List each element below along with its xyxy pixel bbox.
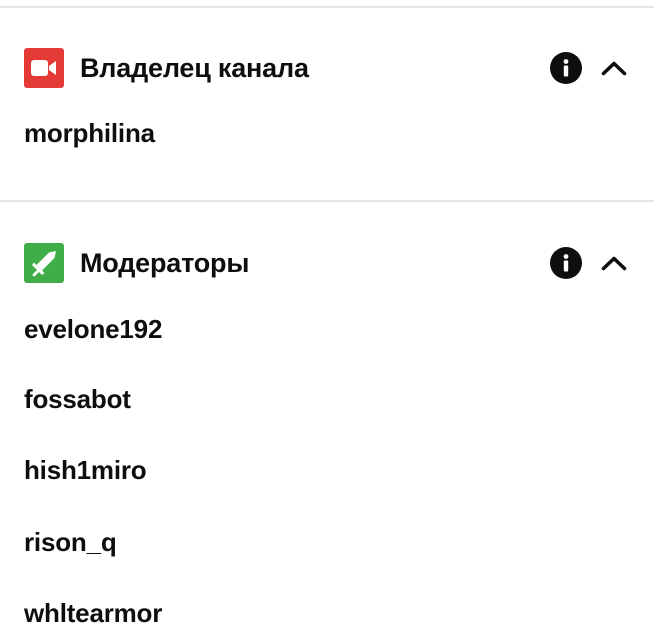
section-title-owner: Владелец канала — [80, 52, 309, 83]
section-divider — [0, 200, 654, 202]
user-row-moderator[interactable]: rison_q — [24, 525, 117, 559]
info-icon[interactable] — [550, 52, 582, 84]
chevron-up-icon — [601, 256, 627, 271]
moderators-section-header: Модераторы — [24, 243, 634, 283]
user-row-owner[interactable]: morphilina — [24, 116, 155, 150]
owner-badge — [24, 48, 64, 88]
sword-icon — [32, 251, 56, 277]
section-title-moderators: Модераторы — [80, 247, 250, 278]
collapse-button[interactable] — [594, 243, 634, 283]
user-row-moderator[interactable]: whltearmor — [24, 596, 162, 630]
user-row-moderator[interactable]: fossabot — [24, 382, 131, 416]
owner-section-header: Владелец канала — [24, 48, 634, 88]
video-camera-icon — [31, 60, 56, 76]
top-divider — [0, 6, 654, 8]
info-icon[interactable] — [550, 247, 582, 279]
chevron-up-icon — [601, 61, 627, 76]
collapse-button[interactable] — [594, 48, 634, 88]
user-row-moderator[interactable]: evelone192 — [24, 312, 162, 346]
moderator-badge — [24, 243, 64, 283]
user-row-moderator[interactable]: hish1miro — [24, 453, 147, 487]
